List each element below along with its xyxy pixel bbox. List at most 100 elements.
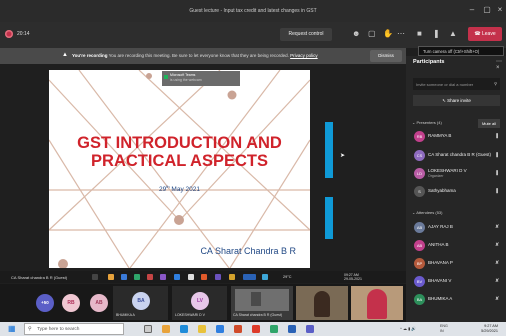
task-view-icon[interactable] [144, 325, 152, 333]
shared-screen-taskbar: CA Sharat chandra B R (Guest) 29°C 09:27… [0, 271, 406, 283]
share-invite-button[interactable]: ➴ Share invite [413, 95, 500, 106]
mic-off-icon: ✘ [495, 224, 500, 230]
excel-icon[interactable] [270, 325, 278, 333]
participants-title: Participants [413, 59, 445, 65]
video-tile[interactable] [296, 286, 348, 320]
chat-icon[interactable]: ▢ [368, 30, 376, 38]
slide-side-tab [325, 122, 333, 178]
avatar: CS [414, 150, 425, 161]
mic-off-icon: ✘ [495, 260, 500, 266]
shared-clock: 09:27 AM 29-05-2021 [344, 273, 362, 281]
shared-app-icon [108, 274, 114, 280]
slide-side-tab [325, 197, 333, 239]
person-silhouette [367, 289, 387, 319]
tile-name: BHUMIKA A [116, 313, 135, 317]
banner-message: You are recording this meeting. Be sure … [108, 53, 289, 58]
dismiss-button[interactable]: Dismiss [370, 50, 402, 62]
avatar: S [414, 186, 425, 197]
teams-webcam-toast[interactable]: Microsoft Teams is using the webcam [162, 71, 240, 86]
participant-avatar-tile[interactable]: AB [90, 294, 108, 312]
store-icon[interactable] [216, 325, 224, 333]
teams-icon[interactable] [306, 325, 314, 333]
windows-start-icon[interactable]: ▦ [8, 325, 16, 333]
word-icon[interactable] [288, 325, 296, 333]
teams-meeting-window: Guest lecture - Input tax credit and lat… [0, 0, 506, 336]
more-participants-badge[interactable]: +50 [36, 294, 54, 312]
avatar: RB [414, 131, 425, 142]
meeting-toolbar: 20:14 Request control ☻ ▢ ✋ ⋯ ■ ❚ ▲ ☎ Le… [0, 22, 506, 48]
language-indicator[interactable]: ENG IN [440, 324, 448, 334]
participant-row[interactable]: S Sathyabhama ❚ [412, 185, 502, 199]
participant-row[interactable]: RB RAMMYA B ❚ [412, 130, 502, 144]
window-title: Guest lecture - Input tax credit and lat… [189, 8, 317, 14]
tile-name: LOKESHWARI D V [175, 313, 206, 317]
microphone-icon[interactable]: ❚ [433, 30, 440, 38]
request-control-button[interactable]: Request control [280, 28, 332, 41]
shared-app-icon [201, 274, 207, 280]
video-tile[interactable] [351, 286, 403, 320]
mic-off-icon: ✘ [495, 242, 500, 248]
camera-icon[interactable]: ■ [417, 30, 422, 38]
participant-row[interactable]: BV BHAVANI V ✘ [412, 275, 502, 289]
participant-row[interactable]: BA BHUMIKA A ✘ [412, 293, 502, 307]
video-tile[interactable]: CA Sharat chandra B R (Guest) [231, 286, 293, 320]
taskbar-clock[interactable]: 9:27 AM 5/29/2021 [481, 324, 498, 334]
title-bar: Guest lecture - Input tax credit and lat… [0, 0, 506, 22]
participant-row[interactable]: CS CA Sharat chandra B R (Guest) ❚ [412, 149, 502, 163]
recording-icon [5, 30, 13, 38]
teams-icon [164, 75, 168, 79]
chrome-icon[interactable] [252, 325, 260, 333]
shared-app-icon [262, 274, 268, 280]
avatar: AB [414, 222, 425, 233]
close-icon[interactable]: × [494, 4, 506, 16]
privacy-policy-link[interactable]: Privacy policy [290, 53, 318, 58]
microphone-icon: ❚ [495, 188, 500, 194]
mute-all-button[interactable]: Mute all [478, 119, 500, 128]
presenter-name: CA Sharat chandra B R (Guest) [11, 275, 68, 280]
avatar: BP [414, 258, 425, 269]
panel-close-icon[interactable]: ⋯ × [496, 58, 506, 71]
phone-icon: ☎ [474, 31, 482, 37]
tray-icons[interactable]: ^ ☁ ▮ 🔊 [400, 326, 416, 331]
participant-row[interactable]: BP BHAVANA P ✘ [412, 257, 502, 271]
folder-icon[interactable] [198, 325, 206, 333]
person-silhouette [314, 291, 330, 317]
participants-icon[interactable]: ☻ [352, 30, 360, 38]
file-explorer-icon[interactable] [162, 325, 170, 333]
share-screen-icon[interactable]: ▲ [449, 30, 457, 38]
edge-icon[interactable] [180, 325, 188, 333]
avatar: LD [414, 168, 425, 179]
shared-app-icon [243, 274, 256, 280]
avatar: BA [414, 294, 425, 305]
participant-avatar-tile: BA [132, 292, 150, 310]
search-icon: ⚲ [494, 81, 497, 86]
attendees-header[interactable]: ⌄ Attendees (53) [412, 210, 443, 215]
participant-avatar-tile: LV [191, 292, 209, 310]
participant-row[interactable]: AB AJAY RAJ B ✘ [412, 221, 502, 235]
meeting-timer: 20:14 [17, 31, 30, 37]
participant-row[interactable]: LD LOKESHWARI D V Organizer ❚ [412, 167, 502, 181]
presenters-header[interactable]: ⌄ Presenters (4) [412, 120, 442, 125]
slide-date: 29th May 2021 [159, 184, 200, 194]
mic-off-icon: ✘ [495, 278, 500, 284]
taskbar-search-input[interactable]: ⚲ Type here to search [24, 323, 124, 335]
video-feed [235, 289, 289, 311]
participant-row[interactable]: AB ANITHA B ✘ [412, 239, 502, 253]
microphone-icon: ❚ [495, 170, 500, 176]
shared-app-icon [215, 274, 221, 280]
avatar: BV [414, 276, 425, 287]
maximize-icon[interactable]: ▢ [481, 4, 493, 16]
slide-title-line1: GST INTRODUCTION AND [77, 134, 282, 152]
leave-button[interactable]: ☎ Leave [468, 27, 502, 41]
shared-app-icon [174, 274, 180, 280]
microphone-icon: ❚ [495, 133, 500, 139]
reactions-icon[interactable]: ✋ [383, 30, 393, 38]
invite-input[interactable]: Invite someone or dial a number ⚲ [413, 78, 500, 90]
office-icon[interactable] [234, 325, 242, 333]
slide-title-line2: PRACTICAL ASPECTS [91, 152, 268, 170]
shared-app-icon [147, 274, 153, 280]
recording-banner: ▲ You're recording You are recording thi… [0, 48, 406, 64]
more-options-icon[interactable]: ⋯ [397, 30, 405, 38]
participant-avatar-tile[interactable]: RB [62, 294, 80, 312]
minimize-icon[interactable]: – [466, 4, 478, 16]
